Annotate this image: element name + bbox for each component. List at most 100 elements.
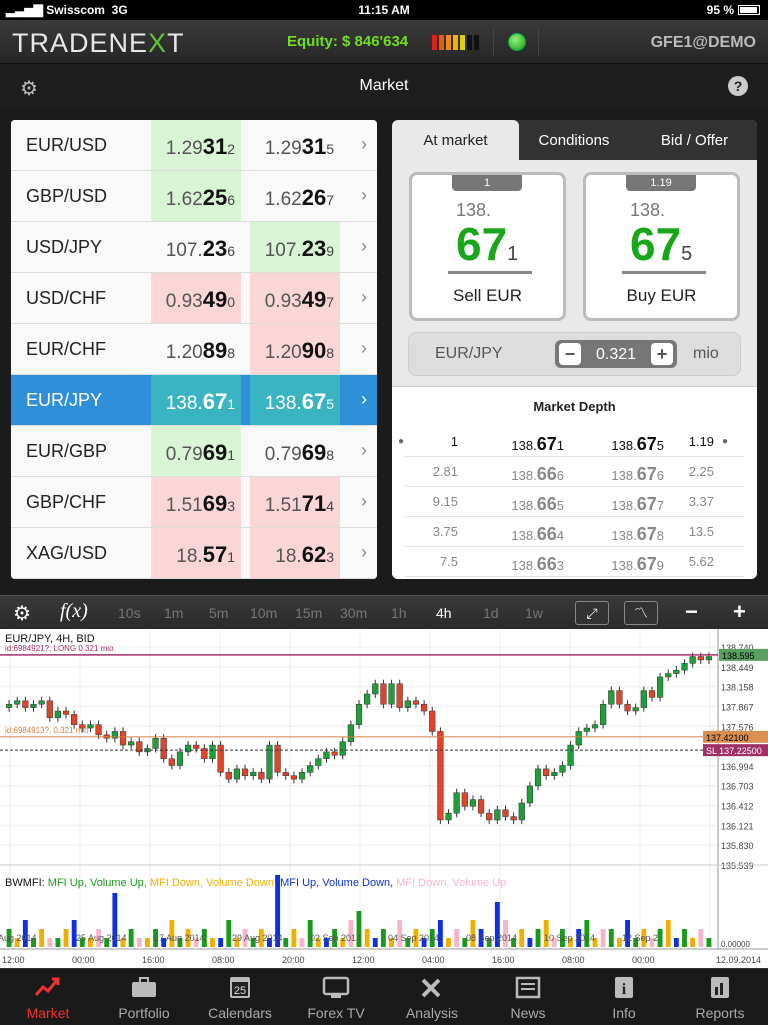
- quote-ask[interactable]: 107.239: [250, 222, 340, 272]
- date-label: 04 Sep 2014: [388, 933, 439, 943]
- quote-row[interactable]: USD/JPY 107.236 107.239 ›: [11, 222, 377, 273]
- chevron-right-icon[interactable]: ›: [361, 338, 367, 359]
- timeframe-1d[interactable]: 1d: [483, 605, 499, 621]
- indicator-function-button[interactable]: f(x): [60, 600, 88, 623]
- timeframe-1m[interactable]: 1m: [164, 605, 183, 621]
- candle-body: [315, 758, 322, 766]
- price-prefix: 1.62: [165, 189, 203, 210]
- logo-text: TRADENEXT: [12, 28, 185, 58]
- chevron-right-icon[interactable]: ›: [361, 440, 367, 461]
- quote-ask[interactable]: 1.20908: [250, 324, 340, 374]
- timeframe-15m[interactable]: 15m: [295, 605, 322, 621]
- timeframe-10m[interactable]: 10m: [250, 605, 277, 621]
- chevron-right-icon[interactable]: ›: [361, 134, 367, 155]
- quote-row[interactable]: EUR/GBP 0.79691 0.79698 ›: [11, 426, 377, 477]
- candle-body: [494, 809, 501, 821]
- nav-forex-tv[interactable]: Forex TV: [288, 969, 384, 1025]
- price-pips: 66: [536, 554, 557, 574]
- quote-ask[interactable]: 0.93497: [250, 273, 340, 323]
- chart-svg[interactable]: 138.740138.449138.158137.867137.576136.9…: [0, 629, 768, 969]
- quote-bid[interactable]: 1.20898: [151, 324, 241, 374]
- increase-amount-button[interactable]: +: [651, 343, 673, 365]
- volume-bar: [128, 929, 134, 947]
- candle-body: [323, 751, 330, 759]
- buy-button[interactable]: 1.19 138. 675 Buy EUR: [583, 172, 740, 321]
- timeframe-1w[interactable]: 1w: [525, 605, 543, 621]
- order-level-label: 137.42100: [706, 733, 749, 743]
- quote-row[interactable]: GBP/USD 1.62256 1.62267 ›: [11, 171, 377, 222]
- chevron-right-icon[interactable]: ›: [361, 491, 367, 512]
- quote-bid[interactable]: 138.671: [151, 375, 241, 425]
- quote-bid[interactable]: 0.93490: [151, 273, 241, 323]
- quote-row[interactable]: XAG/USD 18.571 18.623 ›: [11, 528, 377, 579]
- price-chart[interactable]: 138.740 138.449 138.158 137.867 137.576 136.9…: [0, 629, 768, 969]
- timeframe-4h[interactable]: 4h: [436, 605, 452, 621]
- candle-body: [388, 683, 395, 705]
- nav-calendars[interactable]: 25 Calendars: [192, 969, 288, 1025]
- candle-body: [705, 656, 713, 661]
- depth-bid-price: 138.666: [474, 464, 564, 485]
- sell-button[interactable]: 1 138. 671 Sell EUR: [409, 172, 566, 321]
- chevron-right-icon[interactable]: ›: [361, 236, 367, 257]
- candle-body: [681, 663, 688, 671]
- volume-bar: [226, 920, 232, 947]
- quote-ask[interactable]: 18.623: [250, 528, 340, 578]
- volume-bar: [47, 938, 53, 947]
- zoom-out-button[interactable]: −: [685, 599, 698, 625]
- quote-row[interactable]: EUR/CHF 1.20898 1.20908 ›: [11, 324, 377, 375]
- quote-bid[interactable]: 107.236: [151, 222, 241, 272]
- quote-row[interactable]: EUR/USD 1.29312 1.29315 ›: [11, 120, 377, 171]
- price-prefix: 138.: [511, 468, 537, 483]
- quote-bid[interactable]: 1.29312: [151, 120, 241, 170]
- timeframe-5m[interactable]: 5m: [209, 605, 228, 621]
- quote-row[interactable]: EUR/JPY 138.671 138.675 ›: [11, 375, 377, 426]
- chevron-right-icon[interactable]: ›: [361, 542, 367, 563]
- quote-bid[interactable]: 0.79691: [151, 426, 241, 476]
- quotes-list: EUR/USD 1.29312 1.29315 › GBP/USD 1.62256 1.62…: [11, 120, 377, 579]
- fullscreen-icon[interactable]: ⤢: [575, 601, 609, 625]
- chevron-right-icon[interactable]: ›: [361, 389, 367, 410]
- timeframe-30m[interactable]: 30m: [340, 605, 367, 621]
- price-prefix: 107.: [264, 240, 302, 261]
- tab-bid-offer[interactable]: Bid / Offer: [632, 120, 757, 160]
- tab-conditions[interactable]: Conditions: [519, 120, 629, 160]
- x-tick-label: 12:00: [2, 955, 25, 965]
- quote-bid[interactable]: 1.51693: [151, 477, 241, 527]
- x-tick-label: 00:00: [632, 955, 655, 965]
- nav-portfolio[interactable]: Portfolio: [96, 969, 192, 1025]
- user-account[interactable]: GFE1@DEMO: [651, 34, 756, 52]
- candle-body: [241, 768, 249, 776]
- quote-ask[interactable]: 1.29315: [250, 120, 340, 170]
- zoom-in-button[interactable]: +: [733, 599, 746, 625]
- timeframe-10s[interactable]: 10s: [118, 605, 141, 621]
- nav-analysis[interactable]: Analysis: [384, 969, 480, 1025]
- quote-ask[interactable]: 138.675: [250, 375, 340, 425]
- chevron-right-icon[interactable]: ›: [361, 287, 367, 308]
- nav-market[interactable]: Market: [0, 969, 96, 1025]
- quote-bid[interactable]: 18.571: [151, 528, 241, 578]
- nav-reports[interactable]: Reports: [672, 969, 768, 1025]
- chart-settings-gear-icon[interactable]: ⚙: [13, 601, 31, 626]
- quote-row[interactable]: GBP/CHF 1.51693 1.51714 ›: [11, 477, 377, 528]
- candle-body: [640, 690, 647, 708]
- chevron-right-icon[interactable]: ›: [361, 185, 367, 206]
- nav-label: Reports: [695, 1005, 745, 1021]
- candle-body: [616, 690, 623, 705]
- price-prefix: 1.62: [264, 189, 302, 210]
- help-icon[interactable]: ?: [728, 76, 748, 96]
- indicator-legend-item: MFI Down, Volume Down,: [150, 877, 280, 889]
- tab-at-market[interactable]: At market: [392, 120, 519, 160]
- timeframe-1h[interactable]: 1h: [391, 605, 407, 621]
- amount-stepper[interactable]: − 0.321 +: [555, 340, 677, 368]
- candle-body: [258, 772, 265, 780]
- volume-bar: [608, 929, 614, 947]
- quote-bid[interactable]: 1.62256: [151, 171, 241, 221]
- nav-info[interactable]: i Info: [576, 969, 672, 1025]
- drawing-tool-icon[interactable]: 〽: [624, 601, 658, 625]
- quote-symbol: EUR/CHF: [26, 339, 106, 359]
- quote-ask[interactable]: 1.62267: [250, 171, 340, 221]
- quote-row[interactable]: USD/CHF 0.93490 0.93497 ›: [11, 273, 377, 324]
- nav-news[interactable]: News: [480, 969, 576, 1025]
- quote-ask[interactable]: 1.51714: [250, 477, 340, 527]
- quote-ask[interactable]: 0.79698: [250, 426, 340, 476]
